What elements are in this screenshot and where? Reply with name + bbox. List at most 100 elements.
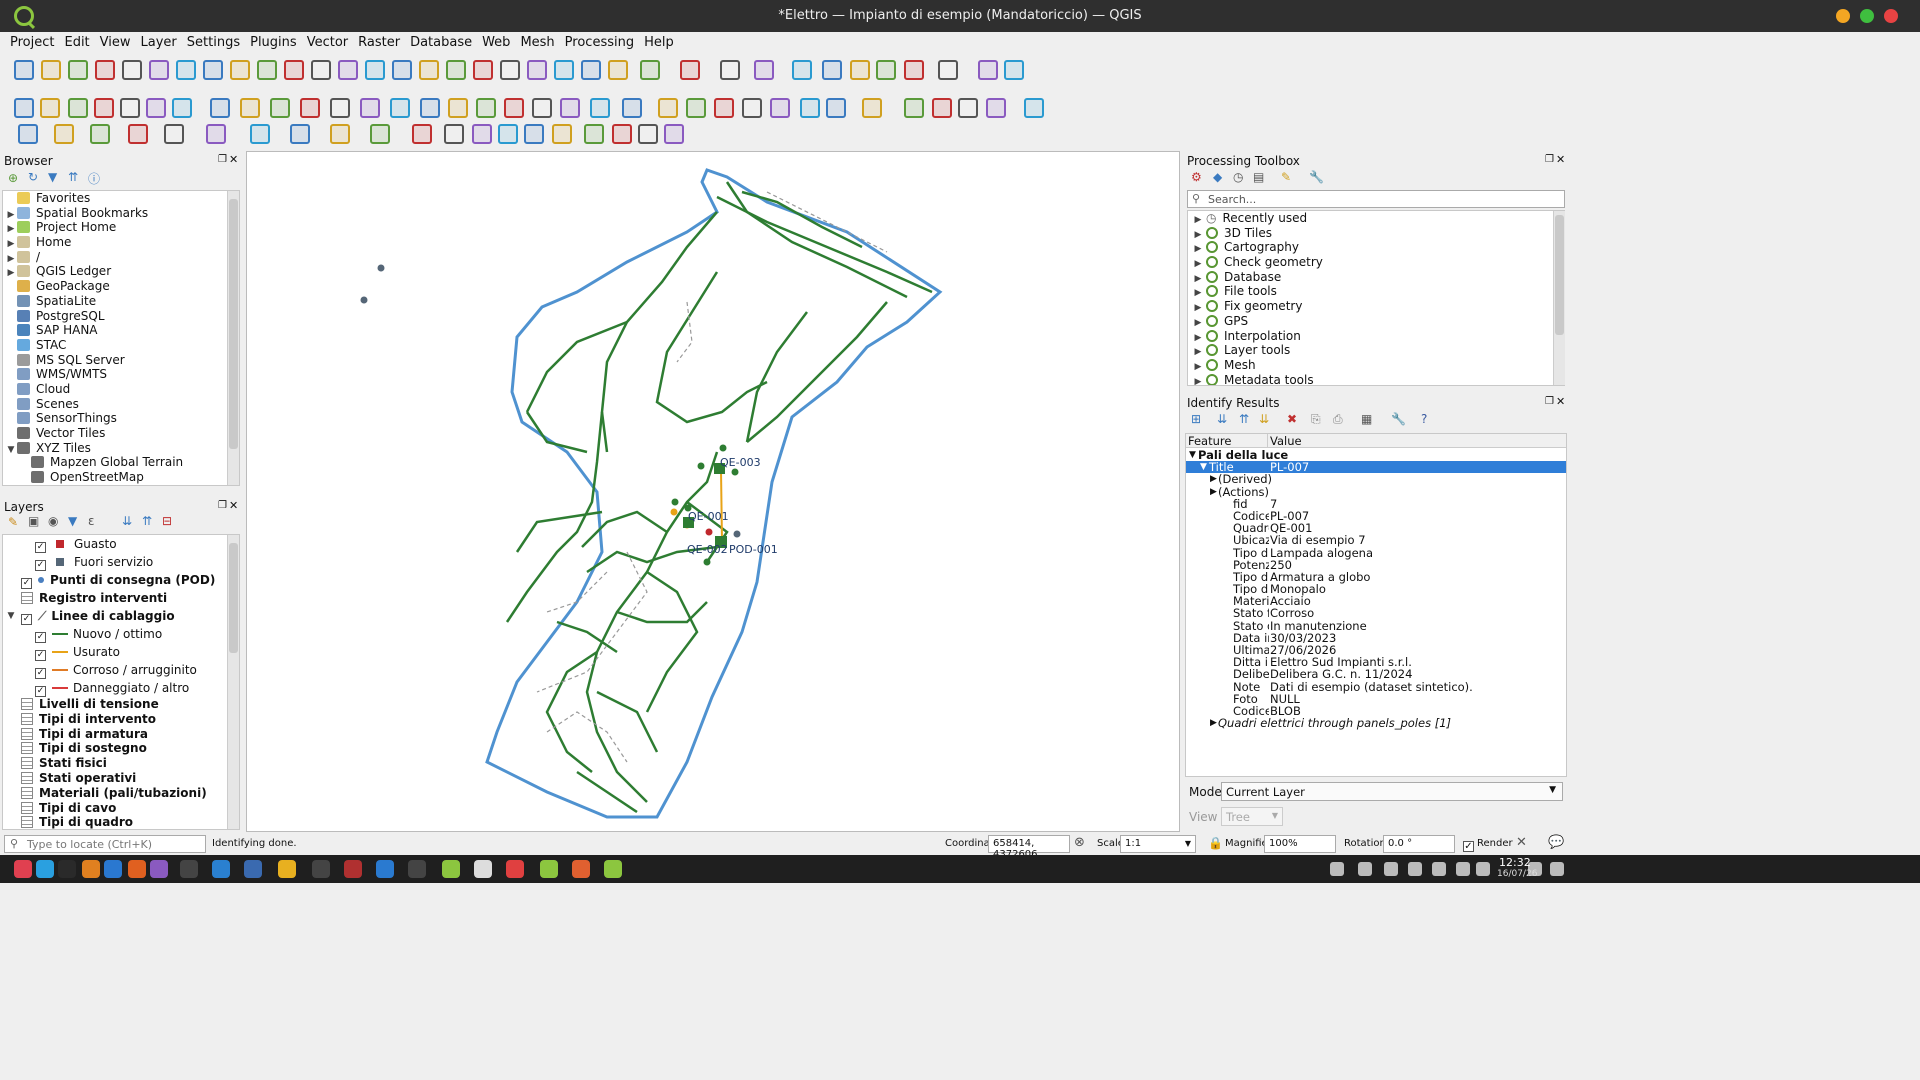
edit-features-icon[interactable]: ✎ [1281, 170, 1291, 184]
layer-item[interactable]: ✓ Nuovo / ottimo [3, 625, 239, 643]
toolbox-item-gps[interactable]: ▶ GPS [1188, 314, 1564, 329]
blank-icon[interactable] [290, 124, 310, 144]
plugin-k-icon[interactable] [552, 124, 572, 144]
models-icon[interactable]: ⚙ [1191, 170, 1202, 184]
lock-icon[interactable]: 🔒 [1208, 836, 1223, 850]
identify-attribute-row[interactable]: fid 7 [1186, 498, 1566, 510]
plugin-o-icon[interactable] [664, 124, 684, 144]
toolbox-item-3d-tiles[interactable]: ▶ 3D Tiles [1188, 226, 1564, 241]
toolbox-search[interactable]: ⚲ Search... [1187, 190, 1565, 208]
layer-item[interactable]: ✓ Fuori servizio [3, 553, 239, 571]
view-select[interactable]: Tree ▼ [1221, 807, 1283, 826]
identify-attribute-row[interactable]: Tipo di ...Monopalo [1186, 583, 1566, 595]
browser-item-sensorthings[interactable]: SensorThings [3, 411, 239, 426]
tray-icon[interactable] [1408, 862, 1422, 876]
identify-attribute-row[interactable]: Quadro...QE-001 [1186, 522, 1566, 534]
add-feature-icon[interactable] [146, 98, 166, 118]
plugin-f-icon[interactable] [412, 124, 432, 144]
zoom-in-icon[interactable] [203, 60, 223, 80]
app-1-icon[interactable] [18, 124, 38, 144]
browser-item-stac[interactable]: STAC [3, 338, 239, 353]
new-project-icon[interactable] [792, 60, 812, 80]
tray-icon[interactable] [1550, 862, 1564, 876]
menu-settings[interactable]: Settings [177, 32, 240, 50]
plugin-h-icon[interactable] [472, 124, 492, 144]
label-change-icon[interactable] [532, 98, 552, 118]
layer-item[interactable]: ✓ Usurato [3, 643, 239, 661]
identify-attribute-row[interactable]: Ubicazi...Via di esempio 7 [1186, 534, 1566, 546]
expand-tree-icon[interactable]: ⇊ [1217, 412, 1227, 426]
identify-layer-row[interactable]: ▼ Pali della luce [1186, 449, 1566, 461]
plugin-j-icon[interactable] [524, 124, 544, 144]
taskbar-app-icon[interactable] [442, 860, 460, 878]
close-button[interactable] [1884, 9, 1898, 23]
open-project-icon[interactable] [41, 60, 61, 80]
add-feature-icon[interactable] [862, 98, 882, 118]
taskbar-app-icon[interactable] [604, 860, 622, 878]
tray-icon[interactable] [1456, 862, 1470, 876]
menu-view[interactable]: View [90, 32, 131, 50]
menu-raster[interactable]: Raster [348, 32, 400, 50]
layer-item[interactable]: ✓ Danneggiato / altro [3, 679, 239, 697]
taskbar-app-icon[interactable] [344, 860, 362, 878]
menu-edit[interactable]: Edit [54, 32, 89, 50]
tips-icon[interactable] [754, 60, 774, 80]
taskbar-app-icon[interactable] [36, 860, 54, 878]
expand-icon[interactable]: ⊞ [1191, 412, 1201, 426]
python-icon[interactable]: ◆ [1213, 170, 1222, 184]
float-panel-icon[interactable]: ❐ [1545, 154, 1554, 165]
taskbar-app-icon[interactable] [58, 860, 76, 878]
zoom-layer-icon[interactable] [311, 60, 331, 80]
remove-layer-icon[interactable]: ⊟ [162, 514, 172, 528]
layer-visibility-checkbox[interactable]: ✓ [35, 560, 46, 571]
messages-icon[interactable]: 💬 [1548, 835, 1564, 850]
menu-project[interactable]: Project [0, 32, 54, 50]
style-icon[interactable]: ✎ [8, 515, 18, 529]
layer-item[interactable]: Stati operativi [3, 771, 239, 786]
plugin-2-icon[interactable] [590, 98, 610, 118]
menu-help[interactable]: Help [634, 32, 674, 50]
taskbar-app-icon[interactable] [540, 860, 558, 878]
layer-visibility-checkbox[interactable]: ✓ [21, 578, 32, 589]
style-icon[interactable] [149, 60, 169, 80]
toolbox-item-file-tools[interactable]: ▶ File tools [1188, 284, 1564, 299]
history-icon[interactable]: ◷ [1233, 170, 1243, 184]
browser-item-openstreetmap[interactable]: OpenStreetMap [3, 470, 239, 485]
properties-icon[interactable]: ⓘ [88, 170, 100, 187]
menu-web[interactable]: Web [472, 32, 510, 50]
new-map-icon[interactable] [392, 60, 412, 80]
identify-icon[interactable] [581, 60, 601, 80]
save-edits-icon[interactable] [826, 98, 846, 118]
layer-item[interactable]: Stati fisici [3, 756, 239, 771]
rotation-spinbox[interactable]: 0.0 ° [1383, 835, 1455, 853]
options-icon[interactable]: 🔧 [1309, 170, 1324, 184]
close-panel-icon[interactable]: ✕ [1556, 395, 1565, 408]
browser-item-scenes[interactable]: Scenes [3, 397, 239, 412]
attributes-icon[interactable] [527, 60, 547, 80]
browser-item-[interactable]: ▶ / [3, 250, 239, 265]
layer-item[interactable]: Tipi di cavo [3, 801, 239, 816]
browser-item-spatialite[interactable]: SpatiaLite [3, 294, 239, 309]
zoom-out-icon[interactable] [230, 60, 250, 80]
vertex-tool-icon[interactable] [172, 98, 192, 118]
plugin-4-icon[interactable] [658, 98, 678, 118]
map-svg[interactable]: QE-003 QE-001 QE-002 POD-001 [247, 152, 1180, 832]
add-raster-icon[interactable] [742, 98, 762, 118]
table-icon[interactable] [608, 60, 628, 80]
measure-icon[interactable] [720, 60, 740, 80]
globe-icon[interactable] [370, 124, 390, 144]
edit-pencil-icon[interactable] [800, 98, 820, 118]
redo-icon[interactable] [360, 98, 380, 118]
digitize-icon[interactable] [68, 98, 88, 118]
expression-filter-icon[interactable]: ε [88, 514, 95, 528]
refresh-icon[interactable]: ↻ [28, 170, 38, 184]
derived-row[interactable]: ▶ (Derived) [1186, 473, 1566, 485]
collapse-tree-icon[interactable]: ⇈ [1239, 412, 1249, 426]
layout-icon[interactable] [122, 60, 142, 80]
save-project-icon[interactable] [850, 60, 870, 80]
save-edits-icon[interactable] [120, 98, 140, 118]
expand-all-icon[interactable]: ⇊ [122, 514, 132, 528]
browser-item-postgresql[interactable]: PostgreSQL [3, 309, 239, 324]
layer-item[interactable]: Materiali (pali/tubazioni) [3, 786, 239, 801]
sum-icon[interactable] [680, 60, 700, 80]
